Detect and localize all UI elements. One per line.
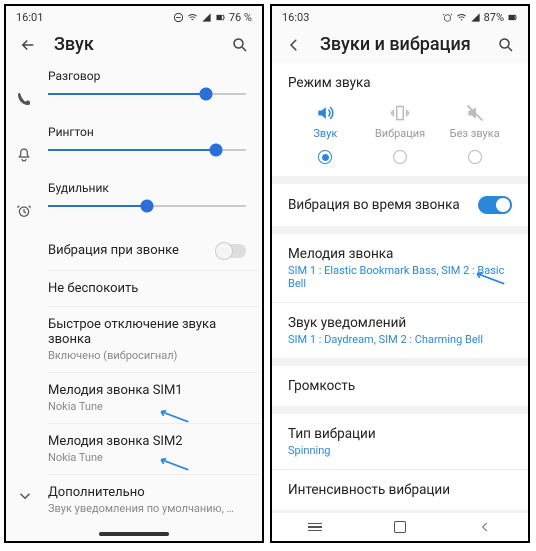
home-button[interactable]: [394, 521, 406, 533]
status-time: 16:03: [282, 11, 309, 24]
signal-icon: [201, 12, 212, 23]
dnd-icon: [173, 12, 184, 23]
right-phone: 16:03 87% Звуки и вибрация Режим звука З…: [270, 4, 530, 543]
wifi-icon: [456, 12, 467, 23]
vibration-type-row[interactable]: Тип вибрации Spinning: [272, 414, 528, 470]
page-title: Звук: [54, 34, 214, 55]
alarm-icon: [442, 12, 453, 23]
phone-icon: [16, 91, 34, 111]
slider-track[interactable]: [48, 93, 246, 95]
radio-sound[interactable]: [318, 150, 332, 164]
status-bar: 16:03 87%: [272, 6, 528, 26]
notification-sound-row[interactable]: Звук уведомлений SIM 1 : Daydream, SIM 2…: [272, 303, 528, 358]
status-time: 16:01: [16, 11, 43, 24]
card-title: Режим звука: [288, 75, 512, 91]
toggle-off[interactable]: [216, 244, 246, 258]
header: Звук: [6, 26, 262, 63]
ringtone-row[interactable]: Мелодия звонка SIM 1 : Elastic Bookmark …: [272, 234, 528, 303]
nav-bar[interactable]: [6, 527, 262, 541]
mode-vibrate[interactable]: Вибрация: [363, 103, 438, 140]
vibrate-on-call-row[interactable]: Вибрация во время звонка: [272, 184, 528, 226]
alarm-icon: [16, 203, 34, 223]
slider-ringtone: Рингтон: [6, 119, 262, 175]
toggle-on[interactable]: [478, 196, 512, 214]
quick-mute-row[interactable]: Быстрое отключение звука звонка Включено…: [6, 307, 262, 372]
speaker-icon: [315, 103, 335, 123]
nav-bar: [272, 513, 528, 541]
volume-row[interactable]: Громкость: [272, 366, 528, 406]
wifi-icon: [187, 12, 198, 23]
vibrate-on-call-row[interactable]: Вибрация при звонке: [6, 231, 262, 270]
back-button[interactable]: [478, 520, 492, 534]
vibration-intensity-row[interactable]: Интенсивность вибрации: [272, 470, 528, 510]
battery-icon: [507, 12, 518, 23]
ringtone-sim2-row[interactable]: Мелодия звонка SIM2 Nokia Tune: [6, 424, 262, 474]
sound-mode-card: Режим звука Звук Вибрация Без звука: [272, 63, 528, 176]
search-button[interactable]: [496, 35, 516, 55]
radio-mute[interactable]: [468, 150, 482, 164]
label: Вибрация при звонке: [48, 243, 179, 258]
radio-vibrate[interactable]: [393, 150, 407, 164]
slider-label: Разговор: [48, 69, 246, 83]
recent-button[interactable]: [308, 523, 322, 532]
left-phone: 16:01 76 % Звук Разговор Рин: [4, 4, 264, 543]
chevron-down-icon: [16, 487, 34, 509]
slider-call: Разговор: [6, 63, 262, 119]
mode-sound[interactable]: Звук: [288, 103, 363, 140]
battery-icon: [215, 12, 226, 23]
bell-icon: [16, 147, 34, 167]
more-row[interactable]: Дополнительно Звук уведомления по умолча…: [6, 475, 262, 525]
header: Звуки и вибрация: [272, 26, 528, 63]
page-title: Звуки и вибрация: [320, 34, 480, 55]
signal-icon: [470, 12, 481, 23]
slider-label: Рингтон: [48, 125, 246, 139]
status-bar: 16:01 76 %: [6, 6, 262, 26]
mode-mute[interactable]: Без звука: [437, 103, 512, 140]
search-button[interactable]: [230, 35, 250, 55]
battery-pct: 87%: [484, 11, 504, 24]
back-button[interactable]: [284, 35, 304, 55]
slider-alarm: Будильник: [6, 175, 262, 231]
slider-track[interactable]: [48, 205, 246, 207]
slider-label: Будильник: [48, 181, 246, 195]
slider-track[interactable]: [48, 149, 246, 151]
dnd-row[interactable]: Не беспокоить: [6, 271, 262, 306]
ringtone-sim1-row[interactable]: Мелодия звонка SIM1 Nokia Tune: [6, 373, 262, 423]
mute-icon: [465, 103, 485, 123]
back-button[interactable]: [18, 35, 38, 55]
battery-pct: 76 %: [229, 11, 252, 24]
vibrate-icon: [390, 103, 410, 123]
